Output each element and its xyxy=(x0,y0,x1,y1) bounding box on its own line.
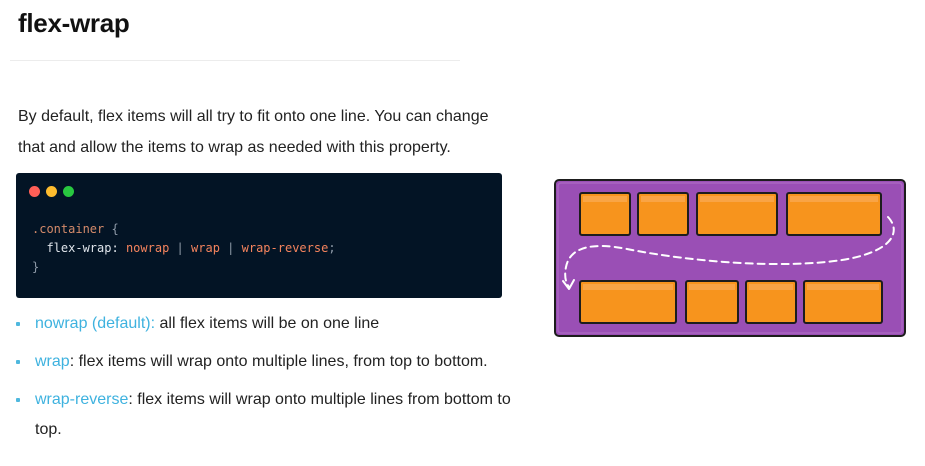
maximize-dot-icon xyxy=(63,186,74,197)
code-value-wrap-reverse: wrap-reverse xyxy=(241,241,329,255)
list-item-wrap: wrap: flex items will wrap onto multiple… xyxy=(16,347,526,377)
code-colon: : xyxy=(111,241,119,255)
bullet-icon xyxy=(16,322,20,326)
code-close-brace: } xyxy=(32,260,40,274)
code-block: .container { flex-wrap: nowrap | wrap | … xyxy=(16,173,502,298)
code-separator: | xyxy=(176,241,184,255)
bullet-icon xyxy=(16,398,20,402)
keyword-nowrap: nowrap (default): xyxy=(35,315,156,332)
title-divider xyxy=(10,60,460,61)
code-open-brace: { xyxy=(111,222,119,236)
minimize-dot-icon xyxy=(46,186,57,197)
bullet-icon xyxy=(16,360,20,364)
keyword-wrap-reverse: wrap-reverse xyxy=(35,391,129,408)
flex-wrap-illustration xyxy=(554,179,906,337)
code-value-nowrap: nowrap xyxy=(125,241,170,255)
keyword-wrap: wrap xyxy=(35,353,70,370)
value-list: nowrap (default): all flex items will be… xyxy=(16,309,526,453)
code-semicolon: ; xyxy=(328,241,336,255)
list-item-wrap-reverse: wrap-reverse: flex items will wrap onto … xyxy=(16,385,526,445)
code-text: .container { flex-wrap: nowrap | wrap | … xyxy=(32,220,336,277)
code-selector: .container xyxy=(32,222,105,236)
desc-nowrap: all flex items will be on one line xyxy=(155,315,380,332)
intro-paragraph: By default, flex items will all try to f… xyxy=(18,108,489,156)
code-separator: | xyxy=(227,241,235,255)
desc-wrap: : flex items will wrap onto multiple lin… xyxy=(69,353,488,370)
code-value-wrap: wrap xyxy=(191,241,220,255)
code-property: flex-wrap xyxy=(46,241,112,255)
close-dot-icon xyxy=(29,186,40,197)
window-controls xyxy=(29,186,74,197)
page-title: flex-wrap xyxy=(18,8,130,38)
list-item-nowrap: nowrap (default): all flex items will be… xyxy=(16,309,526,339)
